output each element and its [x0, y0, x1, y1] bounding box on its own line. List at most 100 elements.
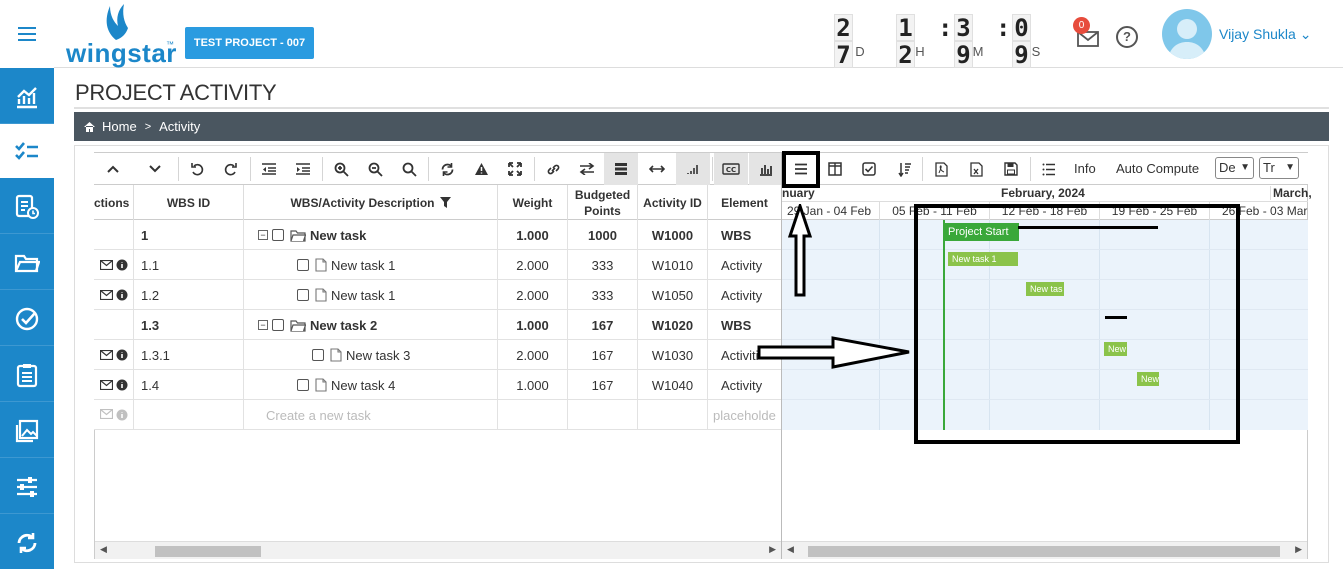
indent-button[interactable] [286, 153, 320, 185]
description-cell[interactable]: New task 1 [244, 280, 498, 310]
weight-cell[interactable]: 1.000 [498, 220, 568, 250]
scroll-right-icon[interactable]: ▶ [1295, 544, 1302, 555]
collapse-up-button[interactable] [96, 153, 130, 185]
description-cell[interactable]: − New task 2 [244, 310, 498, 340]
menu-toggle-button[interactable] [0, 0, 54, 68]
collapse-toggle-icon[interactable]: − [258, 230, 268, 240]
avatar[interactable] [1162, 9, 1212, 59]
fit-width-button[interactable] [640, 153, 674, 185]
column-header-activity-id[interactable]: Activity ID [638, 185, 708, 220]
info-icon[interactable] [116, 349, 128, 361]
row-checkbox[interactable] [297, 289, 309, 301]
email-icon[interactable] [99, 350, 113, 360]
budgeted-points-cell[interactable]: 333 [568, 250, 638, 280]
table-row[interactable]: 1 − New task 1.000 1000 W1000 WBS [94, 220, 782, 250]
email-icon[interactable] [99, 380, 113, 390]
info-icon[interactable] [116, 379, 128, 391]
collapse-toggle-icon[interactable]: − [258, 320, 268, 330]
new-task-input[interactable]: Create a new task [244, 400, 498, 430]
redo-button[interactable] [214, 153, 248, 185]
task-description[interactable]: New task [310, 228, 366, 243]
project-selector-button[interactable]: TEST PROJECT - 007 [185, 27, 314, 59]
table-row[interactable]: 1.3 − New task 2 1.000 167 W1020 WBS [94, 310, 782, 340]
user-menu[interactable]: Vijay Shukla ⌄ [1219, 26, 1311, 43]
sidebar-item-settings[interactable] [0, 460, 54, 514]
time-scale-select[interactable]: Tr ▼ [1259, 157, 1299, 179]
grid-horizontal-scrollbar[interactable]: ◀ ▶ [95, 541, 781, 559]
sidebar-item-files[interactable] [0, 236, 54, 290]
rows-toggle-button[interactable] [604, 153, 638, 185]
budgeted-points-cell[interactable]: 167 [568, 310, 638, 340]
weight-cell[interactable]: 2.000 [498, 280, 568, 310]
email-icon[interactable] [99, 290, 113, 300]
row-checkbox[interactable] [272, 319, 284, 331]
scroll-thumb[interactable] [808, 546, 1280, 557]
refresh-button[interactable] [430, 153, 464, 185]
column-header-weight[interactable]: Weight [498, 185, 568, 220]
weight-cell[interactable]: 2.000 [498, 250, 568, 280]
task-description[interactable]: New task 4 [331, 378, 395, 393]
export-pdf-button[interactable] [924, 153, 958, 185]
sidebar-item-dashboard[interactable] [0, 70, 54, 124]
save-button[interactable] [994, 153, 1028, 185]
date-format-select[interactable]: De ▼ [1215, 157, 1254, 179]
sidebar-item-gallery[interactable] [0, 404, 54, 458]
new-task-row[interactable]: Create a new task placeholde [94, 400, 782, 430]
undo-button[interactable] [180, 153, 214, 185]
task-description[interactable]: New task 1 [331, 288, 395, 303]
chart-view-button[interactable] [749, 153, 783, 185]
task-description[interactable]: New task 2 [310, 318, 377, 333]
row-checkbox[interactable] [312, 349, 324, 361]
fullscreen-button[interactable] [498, 153, 532, 185]
export-excel-button[interactable] [959, 153, 993, 185]
wingstar-logo[interactable]: wingstar ™ [62, 2, 176, 68]
table-row[interactable]: 1.4 New task 4 1.000 167 W1040 Activity [94, 370, 782, 400]
table-row[interactable]: 1.1 New task 1 2.000 333 W1010 Activity [94, 250, 782, 280]
info-icon[interactable] [116, 289, 128, 301]
row-checkbox[interactable] [297, 379, 309, 391]
budgeted-points-cell[interactable]: 1000 [568, 220, 638, 250]
scroll-thumb[interactable] [155, 546, 261, 557]
task-description[interactable]: New task 3 [346, 348, 410, 363]
column-header-actions[interactable]: ctions [94, 185, 134, 220]
column-header-description[interactable]: WBS/Activity Description [244, 185, 498, 220]
expand-down-button[interactable] [138, 153, 172, 185]
weight-cell[interactable]: 1.000 [498, 370, 568, 400]
description-cell[interactable]: New task 1 [244, 250, 498, 280]
split-view-button[interactable] [818, 153, 852, 185]
row-checkbox[interactable] [297, 259, 309, 271]
zoom-out-button[interactable] [358, 153, 392, 185]
description-cell[interactable]: New task 3 [244, 340, 498, 370]
critical-path-button[interactable] [464, 153, 498, 185]
budgeted-points-cell[interactable]: 167 [568, 340, 638, 370]
table-row[interactable]: 1.2 New task 1 2.000 333 W1050 Activity [94, 280, 782, 310]
sidebar-item-approvals[interactable] [0, 292, 54, 346]
task-description[interactable]: New task 1 [331, 258, 395, 273]
sidebar-item-activity[interactable] [0, 124, 54, 178]
budgeted-points-cell[interactable]: 333 [568, 280, 638, 310]
help-icon[interactable]: ? [1116, 26, 1138, 48]
breadcrumb-home-link[interactable]: Home [102, 119, 137, 134]
signal-button[interactable] [676, 153, 710, 185]
swap-button[interactable] [570, 153, 604, 185]
zoom-fit-button[interactable] [392, 153, 426, 185]
auto-compute-button[interactable]: Auto Compute [1116, 153, 1199, 185]
description-cell[interactable]: − New task [244, 220, 498, 250]
scroll-left-icon[interactable]: ◀ [787, 544, 794, 555]
info-icon[interactable] [116, 259, 128, 271]
outdent-button[interactable] [252, 153, 286, 185]
scroll-left-icon[interactable]: ◀ [100, 544, 107, 555]
scroll-right-icon[interactable]: ▶ [769, 544, 776, 555]
cc-button[interactable]: CC [714, 153, 748, 185]
filter-icon[interactable] [439, 197, 451, 208]
weight-cell[interactable]: 1.000 [498, 310, 568, 340]
zoom-in-button[interactable] [324, 153, 358, 185]
description-cell[interactable]: New task 4 [244, 370, 498, 400]
weight-cell[interactable]: 2.000 [498, 340, 568, 370]
column-header-wbs-id[interactable]: WBS ID [134, 185, 244, 220]
table-row[interactable]: 1.3.1 New task 3 2.000 167 W1030 Activiti [94, 340, 782, 370]
list-button[interactable] [1032, 153, 1066, 185]
row-checkbox[interactable] [272, 229, 284, 241]
sidebar-item-sync[interactable] [0, 516, 54, 569]
sort-button[interactable] [888, 153, 922, 185]
